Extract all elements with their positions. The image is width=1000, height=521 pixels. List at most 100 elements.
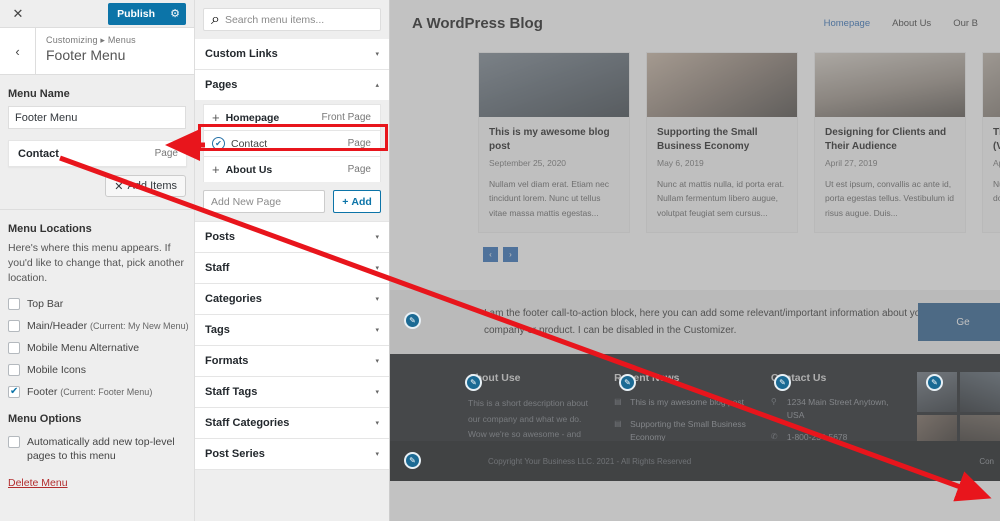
- checkbox-icon[interactable]: [8, 297, 20, 310]
- page-item-homepage[interactable]: + Homepage Front Page: [203, 104, 381, 130]
- add-page-button[interactable]: + Add: [333, 190, 381, 213]
- accordion-formats[interactable]: Formats ▾: [195, 346, 389, 377]
- back-icon[interactable]: ‹: [0, 28, 36, 74]
- accordion-header[interactable]: Post Series ▾: [195, 439, 389, 469]
- carousel-prev-button[interactable]: ‹: [483, 247, 498, 263]
- edit-pencil-icon[interactable]: ✎: [404, 312, 421, 329]
- post-card[interactable]: Supporting the Small Business Economy Ma…: [646, 52, 798, 234]
- nav-link-about-us[interactable]: About Us: [892, 18, 931, 29]
- accordion-custom-links[interactable]: Custom Links ▾: [195, 39, 389, 70]
- accordion-staff[interactable]: Staff ▾: [195, 253, 389, 284]
- location-top-bar[interactable]: Top Bar: [8, 297, 194, 311]
- post-date: April 27, 2019: [825, 158, 878, 168]
- accordion-label: Staff: [205, 262, 230, 274]
- post-card[interactable]: This is my awesome blog post September 2…: [478, 52, 630, 234]
- checkbox-icon[interactable]: [8, 319, 20, 332]
- add-new-page-row: Add New Page + Add: [203, 190, 381, 213]
- contact-address: ⚲ 1234 Main Street Anytown, USA: [771, 396, 895, 422]
- location-mobile-icons[interactable]: Mobile Icons: [8, 363, 194, 377]
- add-items-button[interactable]: ✕ Add Items: [105, 175, 186, 197]
- accordion-header[interactable]: Custom Links ▾: [195, 39, 389, 69]
- edit-pencil-icon[interactable]: ✎: [404, 452, 421, 469]
- footer-cta-block: ✎ I am the footer call-to-action block, …: [390, 290, 1000, 354]
- nav-link-our-blog[interactable]: Our B: [953, 18, 978, 29]
- location-main-header[interactable]: Main/Header (Current: My New Menu): [8, 319, 194, 333]
- menu-item-contact[interactable]: Contact Page: [8, 140, 187, 167]
- add-new-page-input[interactable]: Add New Page: [203, 190, 325, 213]
- cta-button[interactable]: Ge: [918, 303, 1000, 341]
- location-label: Mobile Menu Alternative: [27, 342, 140, 354]
- accordion-categories[interactable]: Categories ▾: [195, 284, 389, 315]
- publish-button[interactable]: Publish: [108, 2, 164, 25]
- post-title[interactable]: This is my awesome blog post: [489, 126, 619, 153]
- edit-pencil-icon[interactable]: ✎: [774, 374, 791, 391]
- copyright-text: Copyright Your Business LLC. 2021 - All …: [488, 456, 692, 466]
- location-footer[interactable]: Footer (Current: Footer Menu): [8, 385, 194, 399]
- accordion-staff-tags[interactable]: Staff Tags ▾: [195, 377, 389, 408]
- recent-news-item[interactable]: ▤ This is my awesome blog post: [614, 396, 749, 409]
- accordion-tags[interactable]: Tags ▾: [195, 315, 389, 346]
- accordion-header[interactable]: Staff Tags ▾: [195, 377, 389, 407]
- accordion-label: Formats: [205, 355, 249, 367]
- document-icon: ▤: [614, 397, 622, 406]
- post-date: April 18, 2019: [993, 158, 1000, 168]
- page-item-title: About Us: [225, 163, 273, 176]
- checkbox-checked-icon[interactable]: [8, 385, 20, 399]
- page-item-about-us[interactable]: + About Us Page: [203, 156, 381, 182]
- menu-name-input[interactable]: Footer Menu: [8, 106, 186, 129]
- menu-locations-help: Here's where this menu appears. If you'd…: [8, 242, 184, 285]
- accordion-label: Categories: [205, 293, 262, 305]
- site-title: A WordPress Blog: [412, 14, 543, 32]
- gear-icon[interactable]: ⚙: [164, 2, 186, 25]
- checkbox-icon[interactable]: [8, 435, 20, 448]
- close-icon[interactable]: ✕: [0, 0, 36, 27]
- checkbox-icon[interactable]: [8, 342, 20, 354]
- post-date: September 25, 2020: [489, 158, 567, 168]
- delete-menu-link[interactable]: Delete Menu: [8, 477, 68, 489]
- accordion-header[interactable]: Tags ▾: [195, 315, 389, 345]
- accordion-header[interactable]: Categories ▾: [195, 284, 389, 314]
- nav-link-homepage[interactable]: Homepage: [824, 18, 870, 29]
- checkbox-icon[interactable]: [8, 364, 20, 377]
- accordion-label: Staff Tags: [205, 386, 258, 398]
- accordion-label: Pages: [205, 79, 238, 91]
- post-title[interactable]: Supporting the Small Business Economy: [657, 126, 787, 153]
- accordion-label: Custom Links: [205, 48, 278, 60]
- footer-menu-link-contact[interactable]: Con: [979, 457, 994, 466]
- accordion-header[interactable]: Posts ▾: [195, 222, 389, 252]
- accordion-header[interactable]: Staff Categories ▾: [195, 408, 389, 438]
- accordion-header[interactable]: Staff ▾: [195, 253, 389, 283]
- site-preview[interactable]: A WordPress Blog Homepage About Us Our B…: [390, 0, 1000, 521]
- plus-icon: +: [342, 195, 349, 208]
- search-input[interactable]: ⌕ Search menu items...: [203, 8, 381, 31]
- edit-pencil-icon[interactable]: ✎: [619, 374, 636, 391]
- post-card[interactable]: Designing for Clients and Their Audience…: [814, 52, 966, 234]
- menu-item-type: Page: [154, 148, 178, 159]
- customizer-header: ‹ Customizing ▸ Menus Footer Menu: [0, 28, 194, 75]
- divider: [0, 209, 194, 210]
- chevron-down-icon: ▾: [375, 451, 379, 458]
- accordion-posts[interactable]: Posts ▾: [195, 222, 389, 253]
- recent-news-item[interactable]: ▤ Supporting the Small Business Economy: [614, 418, 749, 444]
- option-auto-add-pages[interactable]: Automatically add new top-level pages to…: [8, 435, 194, 463]
- edit-pencil-icon[interactable]: ✎: [926, 374, 943, 391]
- page-item-contact[interactable]: ✔ Contact Page: [203, 130, 381, 156]
- accordion-pages: Pages ▴ + Homepage Front Page ✔ Contact: [195, 70, 389, 222]
- accordion-staff-categories[interactable]: Staff Categories ▾: [195, 408, 389, 439]
- location-mobile-menu-alternative[interactable]: Mobile Menu Alternative: [8, 341, 194, 355]
- post-title[interactable]: Designing for Clients and Their Audience: [825, 126, 955, 153]
- instagram-thumb[interactable]: [960, 372, 1000, 412]
- accordion-post-series[interactable]: Post Series ▾: [195, 439, 389, 470]
- page-item-title: Homepage: [225, 111, 280, 124]
- customizer-topbar: ✕ Publish ⚙: [0, 0, 194, 28]
- post-card[interactable]: The Science of Work (Video) April 18, 20…: [982, 52, 1000, 234]
- add-items-row: ✕ Add Items: [0, 167, 194, 197]
- accordion-header[interactable]: Formats ▾: [195, 346, 389, 376]
- accordion-header[interactable]: Pages ▴: [195, 70, 389, 100]
- breadcrumb: Customizing ▸ Menus: [46, 35, 136, 45]
- chevron-down-icon: ▾: [375, 358, 379, 365]
- post-thumbnail: [983, 53, 1000, 117]
- edit-pencil-icon[interactable]: ✎: [465, 374, 482, 391]
- post-title[interactable]: The Science of Work (Video): [993, 126, 1000, 153]
- carousel-next-button[interactable]: ›: [503, 247, 518, 263]
